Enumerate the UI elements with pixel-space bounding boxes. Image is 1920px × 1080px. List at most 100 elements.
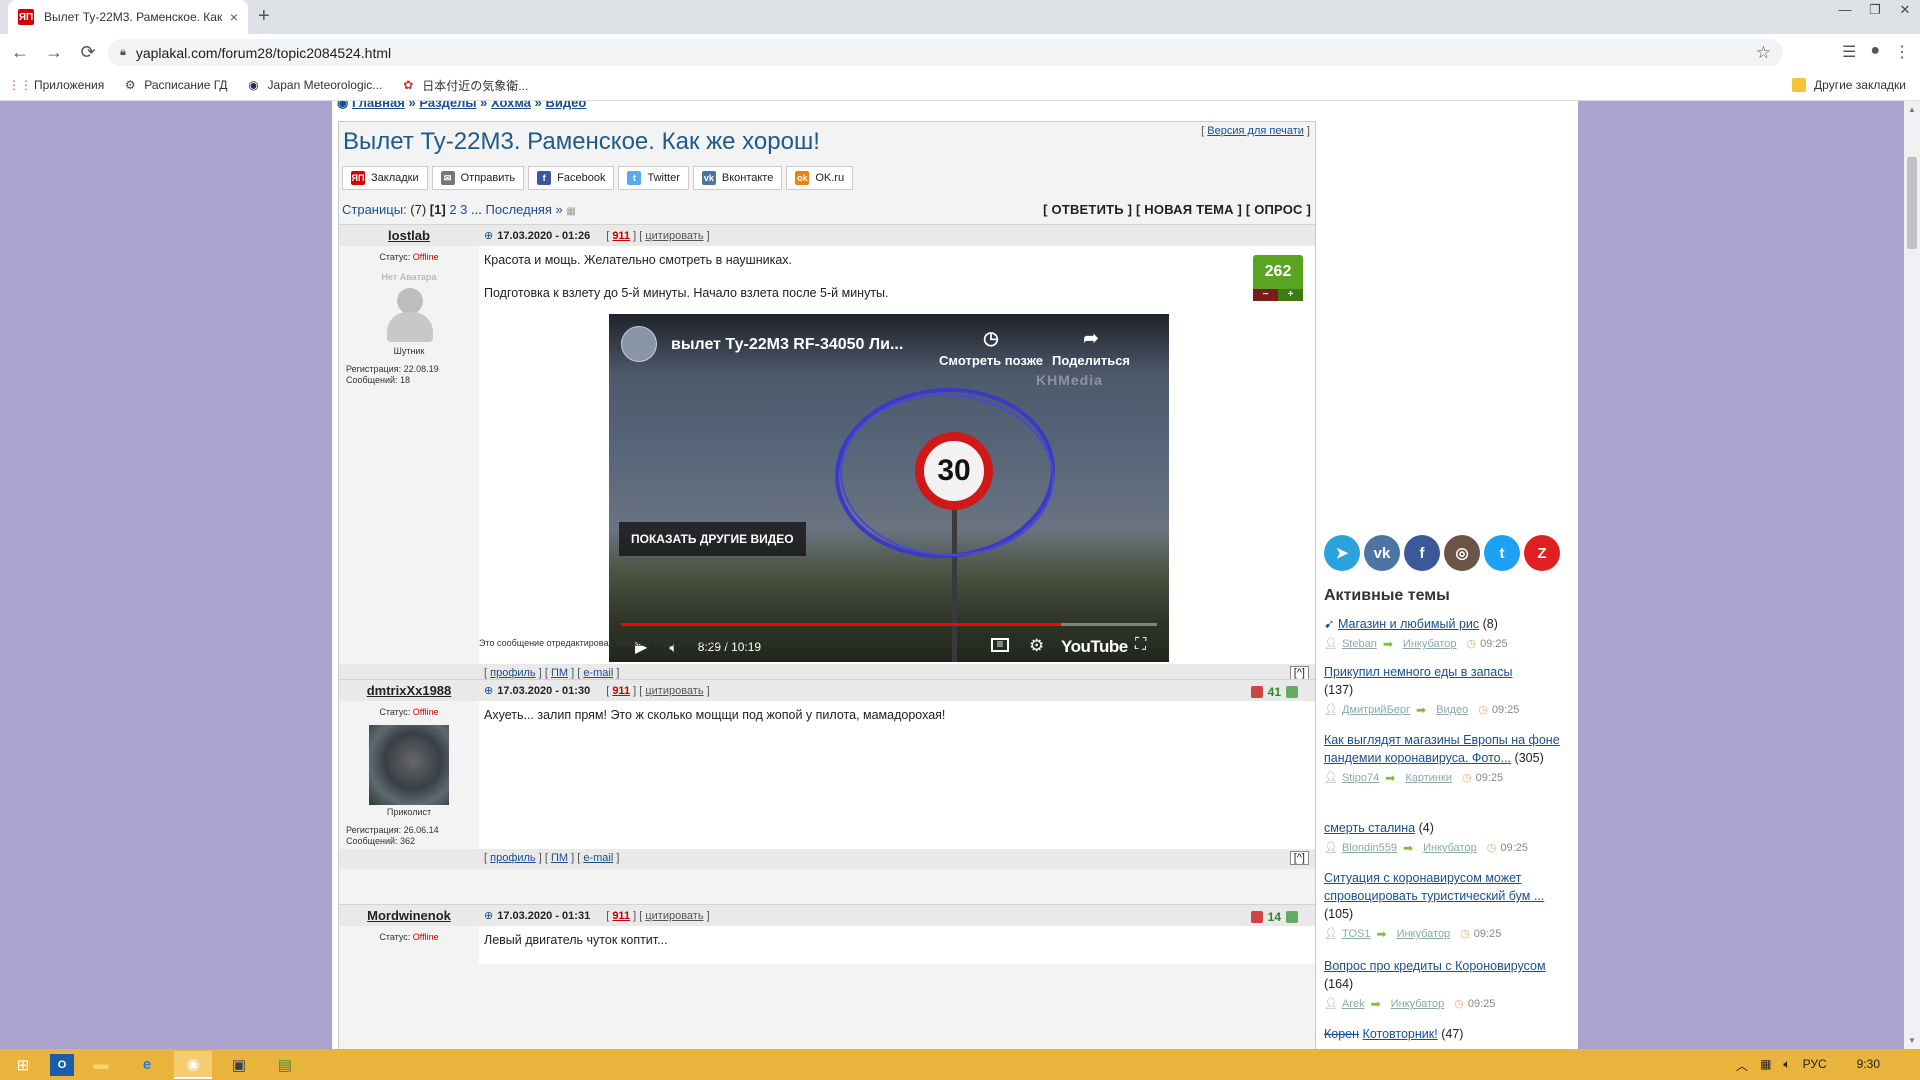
app-2-icon[interactable]: ▤ <box>266 1051 304 1079</box>
quote-link[interactable]: цитировать <box>645 910 703 922</box>
zen-icon[interactable]: Z <box>1524 535 1560 571</box>
bookmark-star-icon[interactable]: ☆ <box>1756 43 1771 63</box>
share-bookmarks-button[interactable]: ЯП Закладки <box>342 166 428 190</box>
topic-user[interactable]: Blondin559 <box>1342 839 1397 857</box>
subtitles-icon[interactable]: ≡ <box>991 638 1009 652</box>
post-username[interactable]: Mordwinenok <box>339 908 479 923</box>
bookmark-schedule[interactable]: ⚙ Расписание ГД <box>122 77 228 93</box>
report-911-link[interactable]: 911 <box>612 685 630 697</box>
youtube-logo[interactable]: YouTube <box>1061 637 1128 657</box>
bookmark-apps[interactable]: ⋮⋮ Приложения <box>8 77 104 93</box>
browser-tab[interactable]: ЯП Вылет Ту-22М3. Раменское. Как × <box>8 0 248 34</box>
file-explorer-icon[interactable]: ▬ <box>82 1051 120 1079</box>
page-scrollbar[interactable]: ▲ ▼ <box>1904 101 1920 1049</box>
topic-section[interactable]: Видео <box>1436 701 1468 719</box>
rate-minus-button[interactable]: − <box>1253 289 1278 301</box>
bookmark-jma[interactable]: ◉ Japan Meteorologic... <box>246 77 382 93</box>
video-progress-bar[interactable] <box>621 623 1157 626</box>
page-jump-icon[interactable]: ▦ <box>566 206 575 217</box>
topic-section[interactable]: Инкубатор <box>1397 925 1451 943</box>
quote-link[interactable]: цитировать <box>645 685 703 697</box>
twitter-icon[interactable]: t <box>1484 535 1520 571</box>
topic-user[interactable]: Arek <box>1342 995 1365 1013</box>
watch-later-button[interactable]: ◷ Смотреть позже <box>936 328 1046 368</box>
post-link-icon[interactable]: ⊕ <box>484 229 493 242</box>
quote-link[interactable]: цитировать <box>645 230 703 242</box>
outlook-icon[interactable]: O <box>50 1053 74 1076</box>
restore-button[interactable]: ❐ <box>1860 0 1890 20</box>
network-icon[interactable]: ▦ <box>1760 1057 1771 1074</box>
tab-close-icon[interactable]: × <box>230 9 238 25</box>
breadcrumb-video[interactable]: Видео <box>546 101 587 110</box>
chrome-icon[interactable]: ◉ <box>174 1050 212 1079</box>
page-link-3[interactable]: 3 <box>460 202 467 217</box>
report-911-link[interactable]: 911 <box>612 910 630 922</box>
email-link[interactable]: e-mail <box>583 852 613 864</box>
other-bookmarks[interactable]: Другие закладки <box>1792 78 1906 92</box>
pages-label[interactable]: Страницы: <box>342 202 407 217</box>
internet-explorer-icon[interactable]: e <box>128 1051 166 1079</box>
print-version-link[interactable]: Версия для печати <box>1207 125 1304 137</box>
address-bar[interactable]: 🔒︎ yaplakal.com/forum28/topic2084524.htm… <box>108 39 1783 66</box>
youtube-video-player[interactable]: 30 вылет Ту-22М3 RF-34050 Ли... ◷ Смотре… <box>609 314 1169 662</box>
post-link-icon[interactable]: ⊕ <box>484 684 493 697</box>
post-username[interactable]: lostlab <box>339 228 479 243</box>
page-link-2[interactable]: 2 <box>449 202 456 217</box>
active-topic-link[interactable]: Котовторник! <box>1363 1027 1438 1041</box>
active-topic-link[interactable]: Вопрос про кредиты с Короновирусом <box>1324 959 1546 973</box>
clock-text[interactable]: 9:30 <box>1857 1057 1880 1074</box>
email-link[interactable]: e-mail <box>583 667 613 679</box>
menu-icon[interactable]: ⋮ <box>1894 42 1910 62</box>
topic-section[interactable]: Инкубатор <box>1391 995 1445 1013</box>
forward-button[interactable]: → <box>40 42 68 63</box>
minimize-button[interactable]: — <box>1830 0 1860 20</box>
topic-user[interactable]: Stipo74 <box>1342 769 1379 787</box>
active-topic-link[interactable]: смерть сталина <box>1324 821 1415 835</box>
report-911-link[interactable]: 911 <box>612 230 630 242</box>
scroll-down-icon[interactable]: ▼ <box>1908 1036 1916 1045</box>
breadcrumb-humor[interactable]: Хохма <box>491 101 531 110</box>
pm-link[interactable]: ПМ <box>551 667 568 679</box>
bookmark-satellite[interactable]: ✿ 日本付近の気象衛... <box>400 77 528 94</box>
topic-actions[interactable]: [ ОТВЕТИТЬ ] [ НОВАЯ ТЕМА ] [ ОПРОС ] <box>1043 202 1311 217</box>
input-language[interactable]: РУС <box>1803 1057 1827 1074</box>
rate-up-icon[interactable] <box>1286 686 1298 698</box>
share-facebook-button[interactable]: f Facebook <box>528 166 615 190</box>
start-button[interactable]: ⊞ <box>4 1051 42 1079</box>
fullscreen-icon[interactable]: ⛶ <box>1135 636 1146 654</box>
topic-section[interactable]: Картинки <box>1405 769 1452 787</box>
topic-section[interactable]: Инкубатор <box>1403 635 1457 653</box>
topic-user[interactable]: TOS1 <box>1342 925 1371 943</box>
scrollbar-thumb[interactable] <box>1907 157 1917 249</box>
active-topic-link[interactable]: Магазин и любимый рис <box>1338 617 1479 631</box>
new-tab-button[interactable]: + <box>258 6 270 26</box>
scroll-top-button[interactable]: [^] <box>1289 666 1309 680</box>
rate-up-icon[interactable] <box>1286 911 1298 923</box>
pm-link[interactable]: ПМ <box>551 852 568 864</box>
profile-link[interactable]: профиль <box>490 852 536 864</box>
scroll-up-icon[interactable]: ▲ <box>1908 105 1916 114</box>
share-send-button[interactable]: ✉ Отправить <box>431 166 525 190</box>
share-twitter-button[interactable]: t Twitter <box>618 166 689 190</box>
channel-avatar[interactable] <box>621 326 657 362</box>
rate-plus-button[interactable]: + <box>1278 289 1303 301</box>
app-icon[interactable]: ▣ <box>220 1051 258 1079</box>
topic-user[interactable]: Steban <box>1342 635 1377 653</box>
active-topic-link[interactable]: Ситуация с коронавирусом может спровоцир… <box>1324 871 1544 903</box>
active-topic-link[interactable]: Прикупил немного еды в запасы <box>1324 665 1513 679</box>
more-videos-button[interactable]: ПОКАЗАТЬ ДРУГИЕ ВИДЕО <box>619 522 806 556</box>
facebook-icon[interactable]: f <box>1404 535 1440 571</box>
instagram-icon[interactable]: ◎ <box>1444 535 1480 571</box>
reading-list-icon[interactable]: ☰ <box>1842 42 1856 62</box>
page-last-link[interactable]: Последняя » <box>486 202 563 217</box>
settings-gear-icon[interactable]: ⚙ <box>1029 636 1044 656</box>
share-ok-button[interactable]: ok OK.ru <box>786 166 854 190</box>
breadcrumb-sections[interactable]: Разделы <box>419 101 476 110</box>
close-window-button[interactable]: ✕ <box>1890 0 1920 20</box>
breadcrumb-home[interactable]: Главная <box>352 101 405 110</box>
tray-arrow-icon[interactable]: ︿ <box>1736 1057 1748 1074</box>
topic-section[interactable]: Инкубатор <box>1423 839 1477 857</box>
back-button[interactable]: ← <box>6 42 34 63</box>
profile-link[interactable]: профиль <box>490 667 536 679</box>
rate-down-icon[interactable] <box>1250 686 1263 698</box>
